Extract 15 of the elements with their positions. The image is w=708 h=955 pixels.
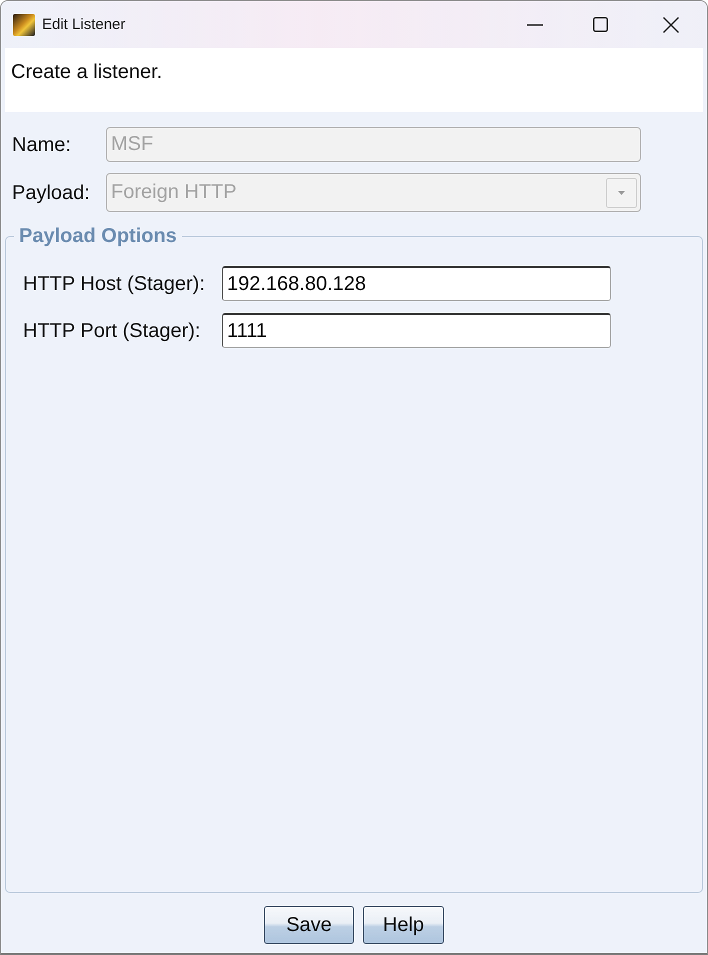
field-label: HTTP Host (Stager): — [23, 272, 206, 296]
help-button[interactable]: Help — [363, 906, 444, 944]
minimize-icon[interactable] — [527, 24, 543, 26]
window-title: Edit Listener — [42, 16, 126, 33]
host-field[interactable]: 192.168.80.128 — [222, 266, 611, 301]
port-field[interactable]: 1111 — [222, 313, 611, 348]
field-label: Payload: — [12, 180, 91, 204]
field-label: HTTP Port (Stager): — [23, 318, 202, 342]
close-icon[interactable] — [663, 16, 679, 32]
app-icon — [13, 14, 35, 36]
description-text: Create a listener. — [11, 61, 162, 83]
maximize-icon[interactable] — [593, 17, 608, 32]
section-title: Payload Options — [18, 224, 178, 248]
save-button[interactable]: Save — [264, 906, 354, 944]
field-label: Name: — [12, 132, 72, 156]
